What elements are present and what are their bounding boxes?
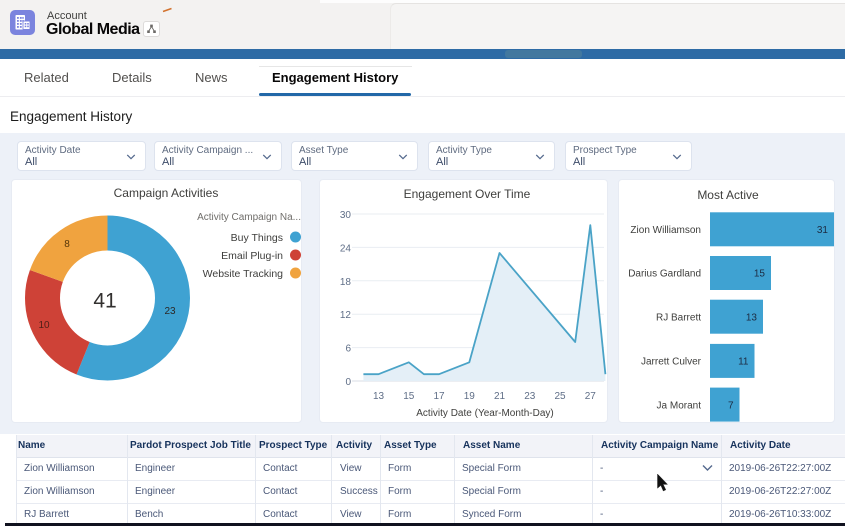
- svg-text:Website Tracking: Website Tracking: [203, 268, 283, 280]
- svg-text:17: 17: [433, 391, 445, 402]
- svg-text:23: 23: [524, 391, 536, 402]
- svg-text:Most Active: Most Active: [697, 188, 759, 202]
- svg-text:23: 23: [164, 306, 176, 317]
- svg-text:Email Plug-in: Email Plug-in: [221, 250, 283, 262]
- svg-text:27: 27: [585, 391, 597, 402]
- svg-text:Activity Date (Year-Month-Day): Activity Date (Year-Month-Day): [416, 408, 553, 419]
- svg-text:Zion Williamson: Zion Williamson: [630, 225, 701, 236]
- svg-text:Buy Things: Buy Things: [231, 232, 283, 244]
- svg-text:6: 6: [345, 344, 351, 355]
- svg-text:18: 18: [340, 277, 352, 288]
- svg-text:15: 15: [754, 269, 766, 280]
- svg-text:12: 12: [340, 310, 352, 321]
- svg-text:13: 13: [746, 312, 758, 323]
- svg-text:Darius Gardland: Darius Gardland: [628, 269, 701, 280]
- svg-text:30: 30: [340, 210, 352, 221]
- svg-text:Ja Morant: Ja Morant: [657, 400, 702, 411]
- svg-text:Jarrett Culver: Jarrett Culver: [641, 357, 702, 368]
- svg-text:15: 15: [403, 391, 415, 402]
- svg-text:7: 7: [728, 400, 734, 411]
- svg-text:41: 41: [93, 290, 116, 313]
- svg-text:31: 31: [817, 225, 829, 236]
- svg-text:25: 25: [554, 391, 566, 402]
- svg-text:21: 21: [494, 391, 506, 402]
- svg-text:Engagement Over Time: Engagement Over Time: [404, 187, 531, 201]
- svg-text:13: 13: [373, 391, 385, 402]
- svg-text:Activity Campaign Na...: Activity Campaign Na...: [197, 212, 301, 223]
- svg-text:8: 8: [64, 239, 70, 250]
- svg-text:0: 0: [345, 377, 351, 388]
- svg-text:11: 11: [738, 357, 749, 368]
- svg-text:24: 24: [340, 243, 352, 254]
- svg-text:19: 19: [464, 391, 476, 402]
- svg-text:10: 10: [38, 320, 50, 331]
- svg-text:RJ Barrett: RJ Barrett: [656, 312, 701, 323]
- svg-text:Campaign Activities: Campaign Activities: [114, 186, 219, 200]
